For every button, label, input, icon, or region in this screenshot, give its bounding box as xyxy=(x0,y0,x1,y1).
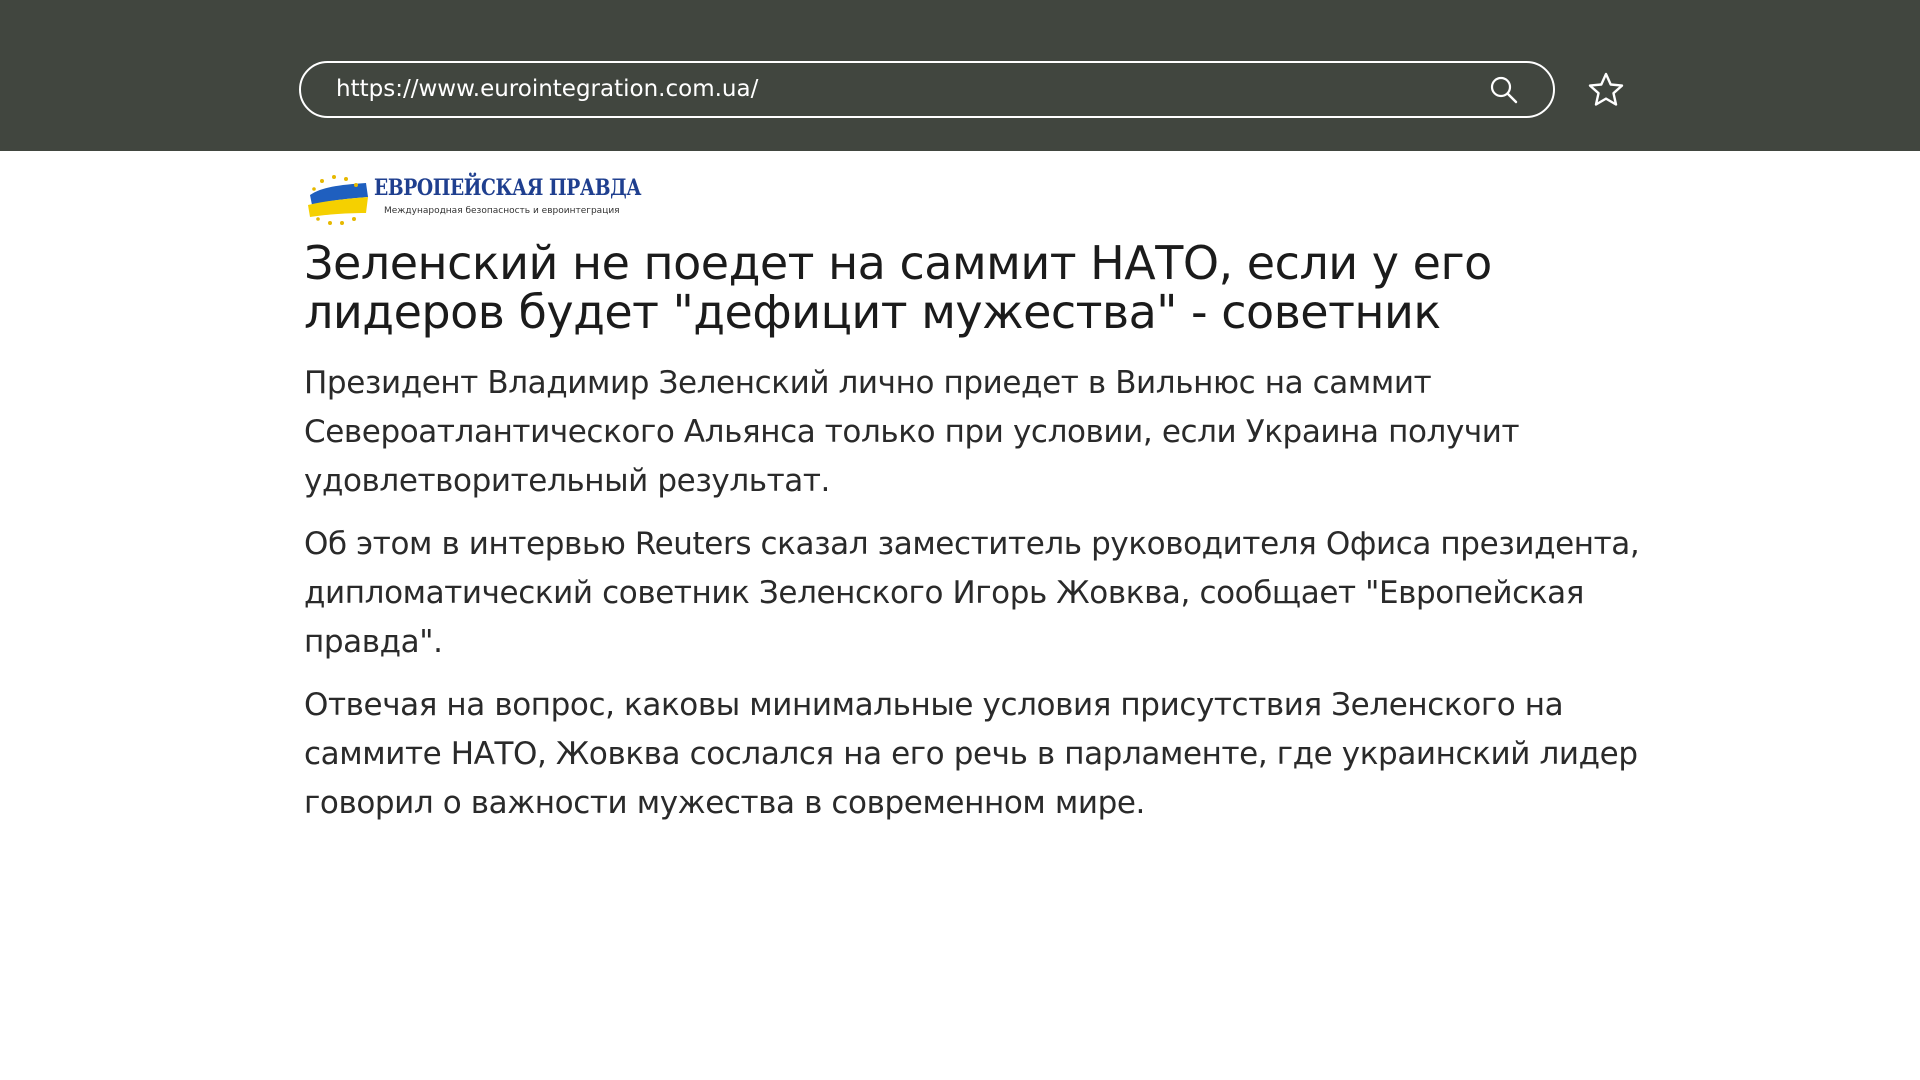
article-headline: Зеленский не поедет на саммит НАТО, если… xyxy=(304,236,1492,339)
flag-brush-icon xyxy=(308,175,368,225)
browser-toolbar: https://www.eurointegration.com.ua/ xyxy=(0,0,1920,151)
star-icon[interactable] xyxy=(1586,70,1626,110)
url-text[interactable]: https://www.eurointegration.com.ua/ xyxy=(336,63,758,116)
site-logo[interactable]: ЕВРОПЕЙСКАЯ ПРАВДА Международная безопас… xyxy=(304,173,642,227)
search-icon[interactable] xyxy=(1489,75,1519,105)
logo-title: ЕВРОПЕЙСКАЯ ПРАВДА xyxy=(374,175,642,201)
article-paragraph: Президент Владимир Зеленский лично приед… xyxy=(304,365,1520,499)
article-paragraph: Об этом в интервью Reuters сказал замест… xyxy=(304,526,1640,660)
address-bar[interactable]: https://www.eurointegration.com.ua/ xyxy=(299,61,1555,118)
logo-subtitle: Международная безопасность и евроинтегра… xyxy=(384,206,620,216)
article-paragraph: Отвечая на вопрос, каковы минимальные ус… xyxy=(304,687,1638,821)
